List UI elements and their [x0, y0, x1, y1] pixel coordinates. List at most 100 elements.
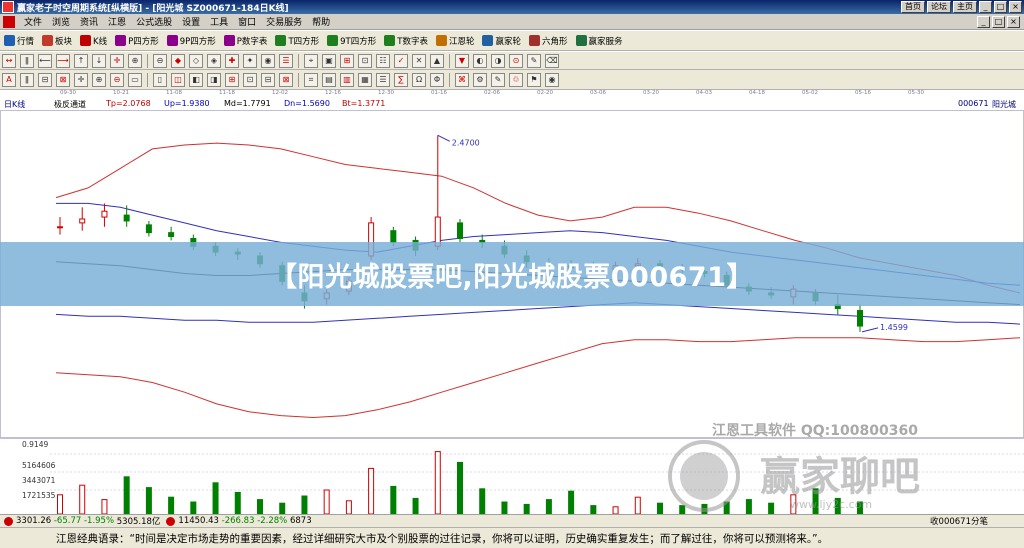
draw-tool-14-icon[interactable]: ◉ [261, 53, 275, 68]
mdi-minimize-button[interactable]: _ [977, 15, 990, 28]
analysis-tool-8-icon[interactable]: ▯ [153, 72, 167, 87]
analysis-tool-9-icon[interactable]: ◫ [171, 72, 185, 87]
analysis-tool-1-icon[interactable]: ǁ [20, 72, 34, 87]
toolbar-item-12[interactable]: 赢家服务 [572, 32, 627, 50]
draw-tool-22-icon[interactable]: ✕ [412, 53, 426, 68]
analysis-tool-12-icon[interactable]: ⊞ [225, 72, 239, 87]
analysis-tool-19-icon[interactable]: ▦ [358, 72, 372, 87]
status-bar: 3301.26 -65.77 -1.95% 5305.18亿 11450.43 … [0, 514, 1024, 527]
menu-gann[interactable]: 江恩 [103, 15, 131, 28]
draw-tool-4-icon[interactable]: ↑ [74, 53, 88, 68]
mdi-close-button[interactable]: × [1007, 15, 1020, 28]
analysis-tool-6-icon[interactable]: ⊖ [110, 72, 124, 87]
draw-tool-23-icon[interactable]: ▲ [430, 53, 444, 68]
draw-tool-9-icon[interactable]: ◆ [171, 53, 185, 68]
analysis-tool-14-icon[interactable]: ⊟ [261, 72, 275, 87]
draw-tool-2-icon[interactable]: ⟵ [38, 53, 52, 68]
toolbar-item-8[interactable]: T数字表 [380, 32, 432, 50]
menu-trade[interactable]: 交易服务 [261, 15, 307, 28]
analysis-tool-29-icon[interactable]: ◉ [545, 72, 559, 87]
analysis-tool-16-icon[interactable]: ⌗ [304, 72, 318, 87]
home-button[interactable]: 首页 [901, 1, 925, 13]
close-button[interactable]: × [1009, 1, 1022, 13]
analysis-tool-23-icon[interactable]: Φ [430, 72, 444, 87]
toolbar-item-2[interactable]: K线 [76, 32, 111, 50]
draw-tool-28-icon[interactable]: ✎ [527, 53, 541, 68]
analysis-tool-7-icon[interactable]: ▭ [128, 72, 142, 87]
toolbar-item-10[interactable]: 赢家轮 [478, 32, 525, 50]
toolbar-item-0[interactable]: 行情 [0, 32, 38, 50]
draw-tool-18-icon[interactable]: ⊞ [340, 53, 354, 68]
menu-formula[interactable]: 公式选股 [131, 15, 177, 28]
forum-button[interactable]: 论坛 [927, 1, 951, 13]
sh-amount: 5305.18亿 [116, 517, 161, 527]
draw-tool-11-icon[interactable]: ◈ [207, 53, 221, 68]
draw-tool-20-icon[interactable]: ☷ [376, 53, 390, 68]
analysis-tool-3-icon[interactable]: ⊠ [56, 72, 70, 87]
draw-tool-25-icon[interactable]: ◐ [473, 53, 487, 68]
menu-info[interactable]: 资讯 [75, 15, 103, 28]
analysis-tool-11-icon[interactable]: ◨ [207, 72, 221, 87]
analysis-tool-27-icon[interactable]: ♲ [509, 72, 523, 87]
toolbar-item-4[interactable]: 9P四方形 [163, 32, 220, 50]
menu-tools[interactable]: 工具 [205, 15, 233, 28]
volume-bar [568, 490, 575, 514]
draw-tool-0-icon[interactable]: ↔ [2, 53, 16, 68]
analysis-tool-17-icon[interactable]: ▤ [322, 72, 336, 87]
toolbar-item-9[interactable]: 江恩轮 [432, 32, 479, 50]
draw-tool-15-icon[interactable]: ☰ [279, 53, 293, 68]
analysis-tool-4-icon[interactable]: ✛ [74, 72, 88, 87]
tick-detail-label[interactable]: 收000671分笔 [930, 515, 1024, 527]
draw-tool-10-icon[interactable]: ◇ [189, 53, 203, 68]
maximize-button[interactable]: □ [994, 1, 1007, 13]
draw-tool-19-icon[interactable]: ⊡ [358, 53, 372, 68]
sz-index[interactable]: 11450.43 [178, 516, 219, 526]
menu-browse[interactable]: 浏览 [47, 15, 75, 28]
toolbar-item-7[interactable]: 9T四方形 [323, 32, 380, 50]
analysis-tool-5-icon[interactable]: ⊕ [92, 72, 106, 87]
analysis-tool-22-icon[interactable]: Ω [412, 72, 426, 87]
analysis-tool-26-icon[interactable]: ✎ [491, 72, 505, 87]
draw-tool-16-icon[interactable]: ⌖ [304, 53, 318, 68]
toolbar-item-11[interactable]: 六角形 [525, 32, 572, 50]
draw-tool-1-icon[interactable]: ǁ [20, 53, 34, 68]
draw-tool-12-icon[interactable]: ✚ [225, 53, 239, 68]
mdi-restore-button[interactable]: □ [992, 15, 1005, 28]
draw-tool-29-icon[interactable]: ⌫ [545, 53, 559, 68]
analysis-tool-18-icon[interactable]: ▥ [340, 72, 354, 87]
menu-settings[interactable]: 设置 [177, 15, 205, 28]
volume-bar [434, 451, 441, 514]
date-tick: 02-20 [537, 90, 553, 96]
analysis-tool-0-icon[interactable]: A [2, 72, 16, 87]
analysis-tool-21-icon[interactable]: ∑ [394, 72, 408, 87]
analysis-tool-2-icon[interactable]: ⊟ [38, 72, 52, 87]
analysis-tool-13-icon[interactable]: ⊡ [243, 72, 257, 87]
homepage-button[interactable]: 主页 [953, 1, 977, 13]
analysis-tool-15-icon[interactable]: ⊠ [279, 72, 293, 87]
draw-tool-27-icon[interactable]: ⊙ [509, 53, 523, 68]
analysis-tool-10-icon[interactable]: ◧ [189, 72, 203, 87]
draw-tool-8-icon[interactable]: ⊖ [153, 53, 167, 68]
sh-index[interactable]: 3301.26 [16, 516, 51, 526]
draw-tool-21-icon[interactable]: ✓ [394, 53, 408, 68]
analysis-tool-20-icon[interactable]: ☰ [376, 72, 390, 87]
toolbar-item-1[interactable]: 板块 [38, 32, 76, 50]
draw-tool-7-icon[interactable]: ⊕ [128, 53, 142, 68]
analysis-tool-25-icon[interactable]: ⚙ [473, 72, 487, 87]
analysis-tool-28-icon[interactable]: ⚑ [527, 72, 541, 87]
draw-tool-3-icon[interactable]: ⟶ [56, 53, 70, 68]
minimize-button[interactable]: _ [979, 1, 992, 13]
toolbar-item-6[interactable]: T四方形 [271, 32, 323, 50]
toolbar-item-3[interactable]: P四方形 [111, 32, 163, 50]
draw-tool-5-icon[interactable]: ↓ [92, 53, 106, 68]
analysis-tool-24-icon[interactable]: ⌘ [455, 72, 469, 87]
draw-tool-26-icon[interactable]: ◑ [491, 53, 505, 68]
draw-tool-13-icon[interactable]: ✦ [243, 53, 257, 68]
menu-window[interactable]: 窗口 [233, 15, 261, 28]
draw-tool-24-icon[interactable]: ▼ [455, 53, 469, 68]
draw-tool-17-icon[interactable]: ▣ [322, 53, 336, 68]
menu-help[interactable]: 帮助 [307, 15, 335, 28]
draw-tool-6-icon[interactable]: ✛ [110, 53, 124, 68]
toolbar-item-5[interactable]: P数字表 [220, 32, 272, 50]
menu-file[interactable]: 文件 [19, 15, 47, 28]
